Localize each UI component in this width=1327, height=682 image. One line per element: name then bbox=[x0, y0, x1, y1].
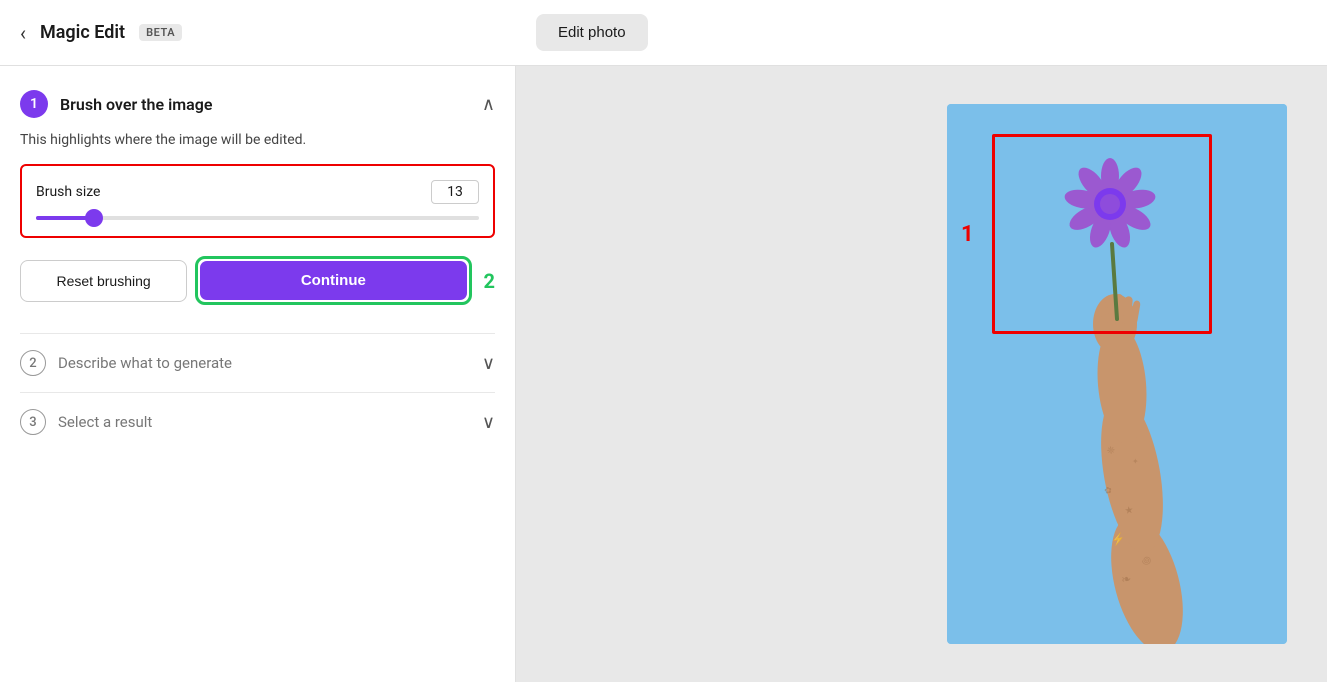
step2-circle: 2 bbox=[20, 350, 46, 376]
continue-btn-wrapper: Continue bbox=[195, 256, 471, 305]
slider-thumb[interactable] bbox=[85, 209, 103, 227]
header: ‹ Magic Edit BETA Edit photo bbox=[0, 0, 1327, 66]
slider-track bbox=[36, 216, 479, 220]
reset-brushing-button[interactable]: Reset brushing bbox=[20, 260, 187, 302]
step2-left: 2 Describe what to generate bbox=[20, 350, 232, 376]
step2-collapsed[interactable]: 2 Describe what to generate ∨ bbox=[20, 333, 495, 392]
step2-title: Describe what to generate bbox=[58, 354, 232, 372]
brush-size-value: 13 bbox=[431, 180, 479, 204]
right-canvas-area: ⚡ ★ ✿ ✦ ❈ ❧ ꩜ bbox=[516, 66, 1327, 682]
red-selection-box bbox=[992, 134, 1212, 334]
step3-circle: 3 bbox=[20, 409, 46, 435]
step3-chevron-icon[interactable]: ∨ bbox=[482, 412, 495, 433]
brush-size-slider-container bbox=[36, 216, 479, 220]
step3-collapsed[interactable]: 3 Select a result ∨ bbox=[20, 392, 495, 451]
step1-header: 1 Brush over the image ∧ bbox=[20, 90, 495, 118]
svg-text:❈: ❈ bbox=[1106, 445, 1115, 457]
app-title: Magic Edit bbox=[40, 22, 125, 43]
step1-circle: 1 bbox=[20, 90, 48, 118]
beta-badge: BETA bbox=[139, 24, 182, 41]
left-panel: 1 Brush over the image ∧ This highlights… bbox=[0, 66, 516, 682]
step1-title: Brush over the image bbox=[60, 95, 212, 114]
step1-description: This highlights where the image will be … bbox=[20, 132, 495, 148]
brush-size-container: Brush size 13 bbox=[20, 164, 495, 238]
annotation-2-label: 2 bbox=[484, 269, 495, 293]
step1-chevron-icon[interactable]: ∧ bbox=[482, 94, 495, 115]
main-layout: 1 Brush over the image ∧ This highlights… bbox=[0, 66, 1327, 682]
step2-chevron-icon[interactable]: ∨ bbox=[482, 353, 495, 374]
step3-title: Select a result bbox=[58, 413, 152, 431]
edit-photo-button[interactable]: Edit photo bbox=[536, 14, 648, 51]
svg-text:⚡: ⚡ bbox=[1110, 532, 1126, 547]
svg-text:✦: ✦ bbox=[1132, 457, 1139, 466]
slider-fill bbox=[36, 216, 89, 220]
photo-container: ⚡ ★ ✿ ✦ ❈ ❧ ꩜ bbox=[947, 104, 1287, 644]
step3-left: 3 Select a result bbox=[20, 409, 152, 435]
header-left: ‹ Magic Edit BETA bbox=[20, 21, 536, 45]
svg-text:꩜: ꩜ bbox=[1141, 555, 1151, 567]
brush-size-label: Brush size bbox=[36, 184, 100, 200]
back-button[interactable]: ‹ bbox=[20, 21, 26, 45]
annotation-1-photo: 1 bbox=[961, 222, 974, 247]
svg-text:★: ★ bbox=[1124, 505, 1134, 517]
brush-size-row: Brush size 13 bbox=[36, 180, 479, 204]
step1-header-left: 1 Brush over the image bbox=[20, 90, 212, 118]
continue-button[interactable]: Continue bbox=[200, 261, 466, 300]
